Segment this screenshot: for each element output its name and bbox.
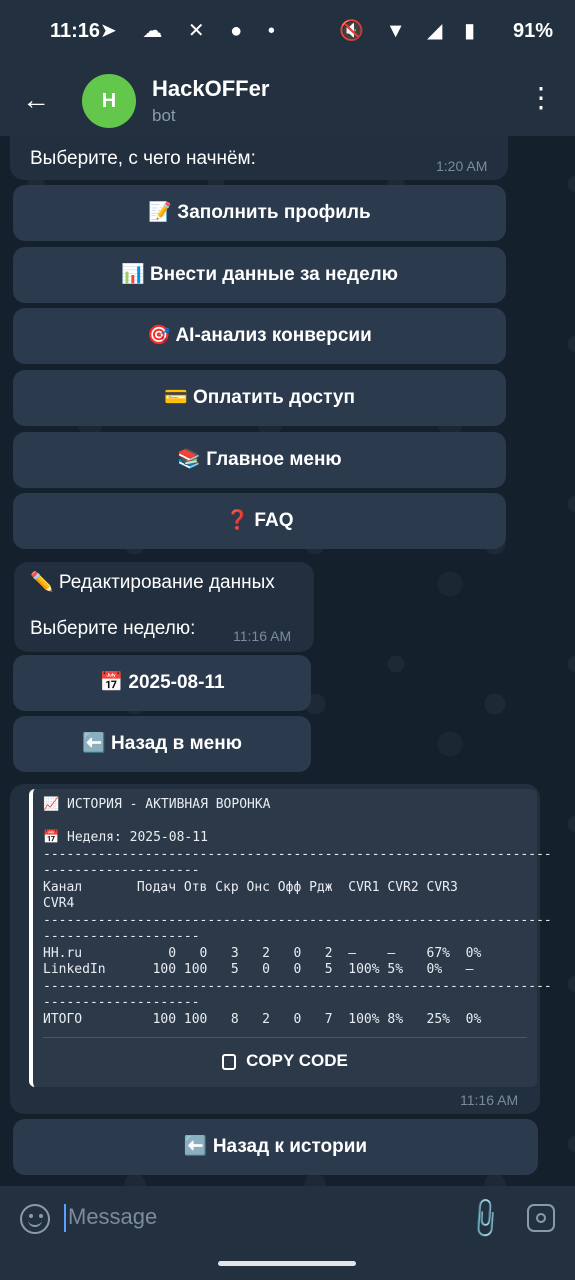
avatar[interactable]: H [82,74,136,128]
week-2025-08-11-button[interactable]: 📅 2025-08-11 [13,655,311,711]
home-indicator [218,1261,356,1266]
message-text: Выберите неделю: [30,618,196,639]
back-to-menu-button[interactable]: ⬅️ Назад в меню [13,716,311,772]
divider [43,1037,527,1038]
copy-code-label: COPY CODE [246,1051,348,1070]
message-time: 1:20 AM [436,158,488,174]
camera-icon[interactable] [527,1204,555,1232]
system-icons: 🔇 ▼ ◢ ▮ [339,20,483,42]
battery-level: 91% [512,20,553,42]
message-title: ✏️ Редактирование данных [30,572,275,593]
message-time: 11:16 AM [460,1092,519,1108]
notification-icons: ➤ ☁ ✕ ● • [100,20,285,42]
chat-title[interactable]: HackOFFer [152,76,269,102]
message-text: Выберите, с чего начнём: [30,148,256,169]
chat-area[interactable]: Выберите, с чего начнём: 1:20 AM 📝 Запол… [0,136,575,1186]
paperclip-icon[interactable]: 📎 [461,1195,509,1243]
pay-access-button[interactable]: 💳 Оплатить доступ [13,370,506,426]
copy-icon [222,1053,237,1070]
message-bubble: ✏️ Редактирование данных Выберите неделю… [14,562,314,652]
weekly-data-button[interactable]: 📊 Внести данные за неделю [13,247,506,303]
arrow-left-icon[interactable]: ← [22,84,50,116]
emoji-icon[interactable] [20,1204,50,1234]
back-to-history-button[interactable]: ⬅️ Назад к истории [13,1119,538,1175]
message-time: 11:16 AM [233,628,292,644]
more-vertical-icon[interactable]: ⋮ [527,82,555,114]
code-block: 📈 ИСТОРИЯ - АКТИВНАЯ ВОРОНКА 📅 Неделя: 2… [29,789,552,1087]
fill-profile-button[interactable]: 📝 Заполнить профиль [13,185,506,241]
copy-code-button[interactable]: COPY CODE [33,1051,537,1071]
chat-header: ← H HackOFFer bot ⋮ [0,64,575,136]
chat-subtitle: bot [152,106,176,125]
message-bubble: Выберите, с чего начнём: 1:20 AM [10,136,508,180]
main-menu-button[interactable]: 📚 Главное меню [13,432,506,488]
code-text: 📈 ИСТОРИЯ - АКТИВНАЯ ВОРОНКА 📅 Неделя: 2… [43,797,552,1027]
message-input[interactable]: Message [68,1204,157,1230]
faq-button[interactable]: ❓ FAQ [13,493,506,549]
text-cursor [64,1204,66,1232]
message-input-bar: Message 📎 [0,1186,575,1280]
status-bar: 11:16 ➤ ☁ ✕ ● • 🔇 ▼ ◢ ▮ 91% [0,0,575,64]
ai-analysis-button[interactable]: 🎯 AI-анализ конверсии [13,308,506,364]
status-time: 11:16 [50,20,101,42]
